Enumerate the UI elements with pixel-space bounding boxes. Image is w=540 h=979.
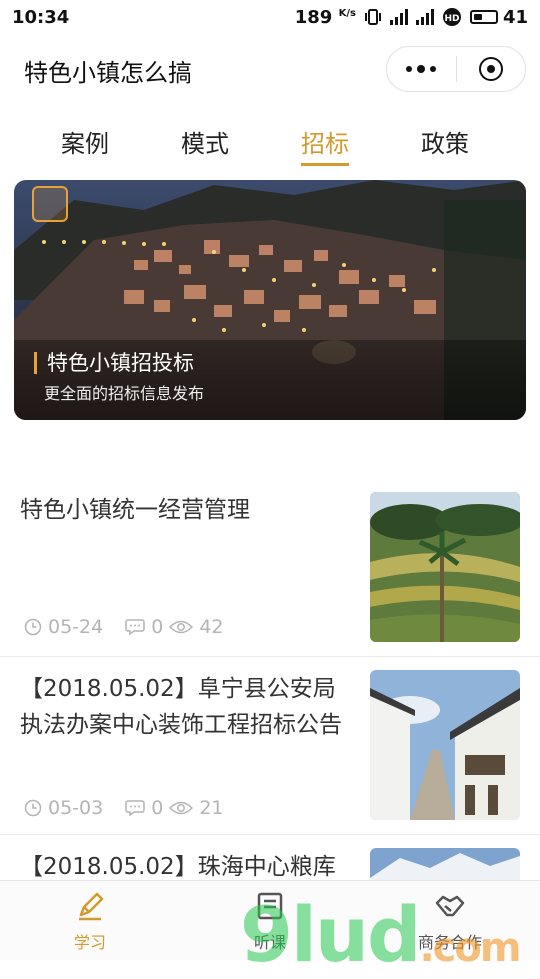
- comment-count: 0: [151, 797, 164, 819]
- comment-count: 0: [151, 616, 164, 638]
- signal-icon: [389, 9, 408, 25]
- banner-subtitle: 更全面的招标信息发布: [44, 384, 205, 403]
- view-count: 21: [199, 797, 224, 819]
- tabbar-item-study[interactable]: 学习: [40, 881, 140, 960]
- battery-level: 41: [502, 6, 528, 28]
- tabbar-label: 学习: [73, 933, 106, 952]
- banner-title: 特色小镇招投标: [34, 352, 194, 374]
- mini-program-capsule: [386, 46, 526, 92]
- banner-carousel[interactable]: 特色小镇招投标 更全面的招标信息发布: [14, 180, 526, 420]
- watermark-logo: 9lud.com: [240, 890, 522, 979]
- comment-icon: [125, 799, 145, 817]
- tab-models[interactable]: 模式: [145, 112, 265, 166]
- article-title: 【2018.05.02】珠海中心粮库: [20, 854, 336, 880]
- eye-icon: [169, 619, 194, 635]
- battery-icon: [469, 10, 498, 24]
- status-time: 10:34: [12, 6, 70, 28]
- comment-icon: [125, 618, 145, 636]
- vibrate-icon: [364, 9, 381, 25]
- more-dots-icon: [406, 65, 437, 73]
- signal-4g-icon: [415, 9, 434, 25]
- category-tabs: 案例 模式 招标 政策: [0, 112, 540, 166]
- hd-icon: HD: [442, 8, 461, 26]
- article-title: 【2018.05.02】阜宁县公安局执法办案中心装饰工程招标公告: [20, 676, 342, 738]
- tab-policy[interactable]: 政策: [385, 112, 505, 166]
- close-button[interactable]: [457, 47, 526, 91]
- tab-cases[interactable]: 案例: [25, 112, 145, 166]
- view-count: 42: [199, 616, 224, 638]
- article-meta: 05-24 0 42: [24, 616, 224, 638]
- tab-bidding[interactable]: 招标: [265, 112, 385, 166]
- article-thumbnail: [370, 492, 520, 642]
- clock-icon: [24, 799, 42, 817]
- svg-text:HD: HD: [444, 14, 459, 24]
- status-bar: 10:34 189 K/s HD 41: [0, 0, 540, 34]
- article-date: 05-03: [48, 797, 104, 819]
- article-date: 05-24: [48, 616, 104, 638]
- clock-icon: [24, 618, 42, 636]
- more-button[interactable]: [387, 47, 456, 91]
- network-speed: 189 K/s: [294, 6, 356, 28]
- article-thumbnail: [370, 848, 520, 880]
- title-bar: 特色小镇怎么搞: [0, 34, 540, 106]
- page-title: 特色小镇怎么搞: [24, 58, 192, 87]
- article-item[interactable]: 【2018.05.02】珠海中心粮库: [0, 835, 540, 880]
- battery-indicator: 41: [469, 6, 528, 28]
- article-item[interactable]: 【2018.05.02】阜宁县公安局执法办案中心装饰工程招标公告 05-03 0…: [0, 657, 540, 835]
- eye-icon: [169, 800, 194, 816]
- article-title: 特色小镇统一经营管理: [20, 497, 250, 523]
- pen-icon: [79, 892, 104, 921]
- article-thumbnail: [370, 670, 520, 820]
- live-badge-icon: [32, 186, 68, 222]
- target-close-icon: [478, 57, 503, 81]
- article-item[interactable]: 特色小镇统一经营管理 05-24 0 42: [0, 480, 540, 657]
- status-icons: 189 K/s HD 41: [295, 7, 528, 28]
- article-meta: 05-03 0 21: [24, 797, 224, 819]
